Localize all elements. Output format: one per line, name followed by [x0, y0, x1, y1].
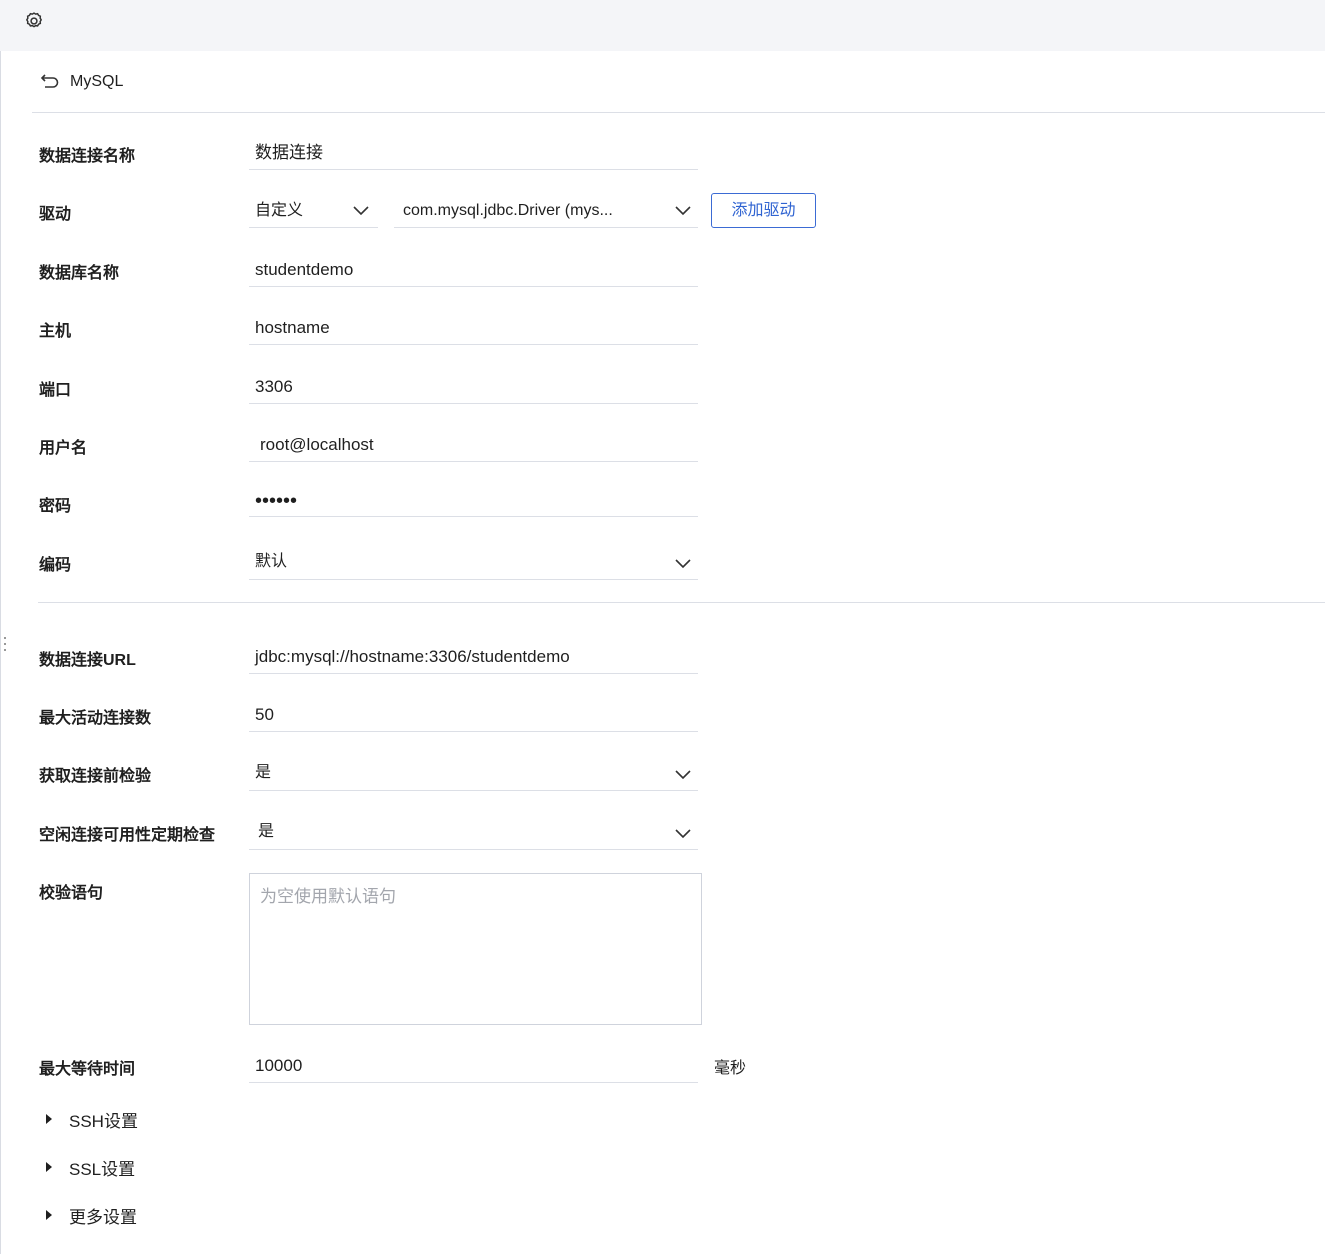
test-on-borrow-select[interactable]: 是 — [249, 756, 698, 791]
database-name-label: 数据库名称 — [39, 265, 120, 282]
test-while-idle-select[interactable]: 是 — [249, 815, 698, 850]
validation-query-label: 校验语句 — [39, 885, 104, 902]
port-label: 端口 — [39, 382, 72, 399]
validation-query-textarea[interactable] — [249, 873, 702, 1025]
connection-name-input[interactable]: 数据连接 — [249, 136, 698, 170]
max-wait-label: 最大等待时间 — [39, 1061, 136, 1078]
section-ssl[interactable]: SSL设置 — [46, 1155, 135, 1179]
driver-class-select[interactable]: com.mysql.jdbc.Driver (mys... — [394, 194, 698, 228]
panel-border — [0, 51, 1, 1254]
username-label: 用户名 — [39, 440, 88, 457]
url-label: 数据连接URL — [39, 652, 136, 669]
splitter-handle[interactable] — [3, 635, 7, 653]
section-ssh-label: SSH设置 — [69, 1111, 138, 1131]
max-active-label: 最大活动连接数 — [39, 710, 152, 727]
url-input[interactable]: jdbc:mysql://hostname:3306/studentdemo — [249, 640, 698, 674]
max-wait-input[interactable]: 10000 — [249, 1049, 698, 1083]
section-more[interactable]: 更多设置 — [46, 1203, 137, 1227]
driver-type-value: 自定义 — [255, 202, 304, 219]
password-input[interactable]: •••••• — [249, 486, 698, 517]
chevron-down-icon — [674, 204, 692, 216]
test-on-borrow-label: 获取连接前检验 — [39, 768, 152, 785]
username-input[interactable]: root@localhost — [249, 428, 698, 462]
section-more-label: 更多设置 — [69, 1207, 137, 1227]
test-while-idle-label: 空闲连接可用性定期检查 — [39, 827, 216, 844]
port-input[interactable]: 3306 — [249, 370, 698, 404]
section-ssh[interactable]: SSH设置 — [46, 1107, 138, 1131]
driver-class-value: com.mysql.jdbc.Driver (mys... — [403, 202, 613, 219]
gear-icon[interactable] — [24, 11, 44, 31]
datasource-type-title: MySQL — [70, 73, 124, 90]
chevron-down-icon — [674, 827, 692, 839]
test-while-idle-value: 是 — [258, 823, 275, 840]
host-input[interactable]: hostname — [249, 311, 698, 345]
divider — [38, 602, 1325, 603]
chevron-down-icon — [674, 557, 692, 569]
caret-right-icon — [46, 1162, 52, 1172]
encoding-label: 编码 — [39, 557, 72, 574]
caret-right-icon — [46, 1210, 52, 1220]
chevron-down-icon — [352, 204, 370, 216]
database-name-input[interactable]: studentdemo — [249, 253, 698, 287]
password-label: 密码 — [39, 498, 72, 515]
caret-right-icon — [46, 1114, 52, 1124]
driver-type-select[interactable]: 自定义 — [249, 194, 378, 228]
top-toolbar — [0, 0, 1325, 51]
host-label: 主机 — [39, 323, 72, 340]
add-driver-button[interactable]: 添加驱动 — [711, 193, 816, 228]
undo-arrow-icon — [40, 72, 60, 93]
driver-label: 驱动 — [39, 206, 72, 223]
max-active-input[interactable]: 50 — [249, 698, 698, 732]
max-wait-unit: 毫秒 — [714, 1060, 747, 1077]
test-on-borrow-value: 是 — [255, 764, 272, 781]
chevron-down-icon — [674, 768, 692, 780]
connection-name-label: 数据连接名称 — [39, 148, 136, 165]
encoding-select[interactable]: 默认 — [249, 545, 698, 580]
divider — [32, 112, 1325, 113]
encoding-value: 默认 — [255, 553, 288, 570]
section-ssl-label: SSL设置 — [69, 1159, 136, 1179]
back-button[interactable]: MySQL — [40, 70, 123, 94]
